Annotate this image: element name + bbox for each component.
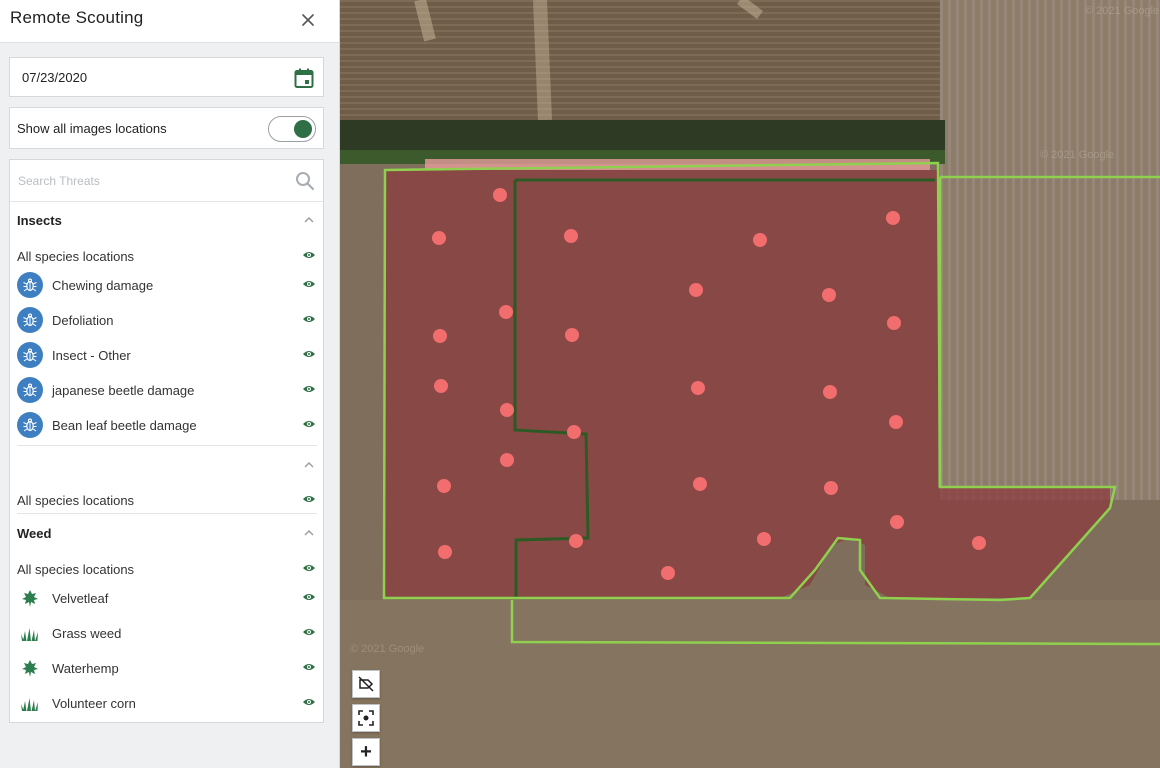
eye-icon[interactable]	[302, 592, 316, 602]
search-threats-input[interactable]	[16, 170, 290, 192]
threat-label: Bean leaf beetle damage	[52, 418, 197, 433]
threat-item[interactable]: Chewing damage	[17, 270, 317, 300]
threat-item[interactable]: Grass weed	[17, 618, 317, 648]
panel-header: Remote Scouting	[0, 0, 339, 43]
calendar-icon[interactable]	[293, 67, 315, 89]
map-attribution: © 2021 Google	[1085, 5, 1159, 17]
map-attribution: © 2021 Google	[1040, 149, 1114, 161]
broadleaf-weed-icon	[22, 660, 38, 677]
all-species-label: All species locations	[17, 562, 135, 577]
threat-label: Insect - Other	[52, 348, 131, 363]
chevron-up-icon	[304, 461, 314, 468]
eye-icon[interactable]	[302, 279, 316, 289]
eye-icon[interactable]	[302, 697, 316, 707]
satellite-map[interactable]: © 2021 Google © 2021 Google © 2021 Googl…	[340, 0, 1160, 768]
threat-item[interactable]: Bean leaf beetle damage	[17, 410, 317, 440]
eye-icon[interactable]	[302, 563, 316, 573]
threat-item[interactable]: japanese beetle damage	[17, 375, 317, 405]
threat-item[interactable]: Defoliation	[17, 305, 317, 335]
section-unnamed-header[interactable]	[17, 456, 317, 476]
search-icon[interactable]	[295, 171, 315, 191]
threat-label: Waterhemp	[52, 661, 119, 676]
insect-icon	[17, 307, 43, 333]
close-icon	[302, 14, 314, 26]
eye-icon[interactable]	[302, 314, 316, 324]
date-picker[interactable]: 07/23/2020	[9, 57, 324, 97]
threat-item[interactable]: Waterhemp	[17, 653, 317, 683]
center-focus-icon	[358, 710, 374, 726]
panel-title: Remote Scouting	[10, 8, 144, 27]
show-image-locations-row: Show all images locations	[9, 107, 324, 149]
threat-label: Volunteer corn	[52, 696, 136, 711]
remote-scouting-panel: Remote Scouting 07/23/2020 Show all imag…	[0, 0, 340, 768]
eye-icon[interactable]	[302, 494, 316, 504]
eye-icon[interactable]	[302, 419, 316, 429]
search-row	[10, 160, 323, 202]
toggle-knob	[294, 120, 312, 138]
label-off-icon	[358, 676, 374, 692]
date-value: 07/23/2020	[22, 70, 88, 85]
section-title: Weed	[17, 526, 52, 541]
threat-label: japanese beetle damage	[52, 383, 195, 398]
insect-icon	[17, 272, 43, 298]
all-species-label: All species locations	[17, 249, 135, 264]
map-attribution: © 2021 Google	[350, 643, 424, 655]
threat-item[interactable]: Volunteer corn	[17, 688, 317, 718]
eye-icon[interactable]	[302, 627, 316, 637]
section-weed-header[interactable]: Weed	[17, 524, 317, 544]
show-image-locations-toggle[interactable]	[268, 116, 316, 142]
close-button[interactable]	[297, 9, 319, 31]
chevron-up-icon	[304, 216, 314, 223]
broadleaf-weed-icon	[22, 590, 38, 607]
insect-icon	[17, 377, 43, 403]
divider	[17, 445, 317, 446]
all-species-row-insects: All species locations	[17, 241, 317, 271]
insect-icon	[17, 412, 43, 438]
threats-list: Insects All species locations Chewing da…	[9, 159, 324, 723]
eye-icon[interactable]	[302, 662, 316, 672]
threat-label: Velvetleaf	[52, 591, 109, 606]
threat-label: Grass weed	[52, 626, 122, 641]
grass-weed-icon	[21, 628, 38, 641]
zoom-in-button[interactable]: +	[352, 738, 380, 766]
insect-icon	[17, 342, 43, 368]
chevron-up-icon	[304, 529, 314, 536]
eye-icon[interactable]	[302, 384, 316, 394]
all-species-row-weed: All species locations	[17, 554, 317, 584]
toggle-label: Show all images locations	[17, 121, 167, 136]
all-species-row: All species locations	[17, 485, 317, 515]
all-species-label: All species locations	[17, 493, 135, 508]
grass-weed-icon	[21, 698, 38, 711]
divider	[17, 513, 317, 514]
threat-item[interactable]: Velvetleaf	[17, 583, 317, 613]
eye-icon[interactable]	[302, 349, 316, 359]
eye-icon[interactable]	[302, 250, 316, 260]
section-title: Insects	[17, 213, 62, 228]
threat-item[interactable]: Insect - Other	[17, 340, 317, 370]
section-insects-header[interactable]: Insects	[17, 211, 317, 231]
threat-label: Chewing damage	[52, 278, 154, 293]
recenter-button[interactable]	[352, 704, 380, 732]
hide-labels-button[interactable]	[352, 670, 380, 698]
threat-label: Defoliation	[52, 313, 114, 328]
map-imagery: © 2021 Google © 2021 Google © 2021 Googl…	[340, 0, 1160, 768]
